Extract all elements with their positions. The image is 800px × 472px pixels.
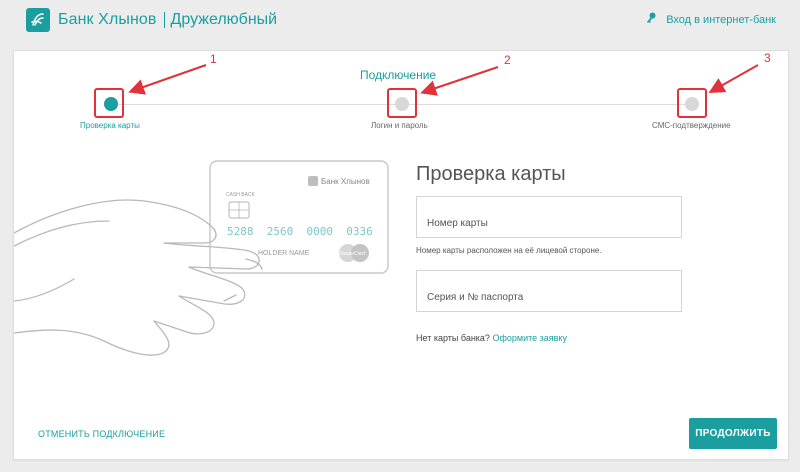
card-number-field[interactable] — [416, 196, 682, 238]
card-cashback-text: CASH BACK — [226, 192, 256, 198]
key-icon — [646, 12, 656, 27]
apply-link[interactable]: Оформите заявку — [492, 333, 566, 343]
annotation-arrows — [128, 64, 759, 96]
annotation-arrow-1 — [128, 64, 207, 95]
internet-bank-login-link[interactable]: Вход в интернет-банк — [646, 12, 776, 27]
card-logo-icon — [308, 176, 318, 186]
no-card-text: Нет карты банка? — [416, 333, 490, 343]
card-number-hint: Номер карты расположен на её лицевой сто… — [416, 246, 602, 255]
bank-name: Банк Хлынов — [58, 11, 157, 28]
annotation-arrow-3 — [708, 64, 759, 93]
connection-panel: Подключение Проверка карты Логин и парол… — [13, 50, 789, 460]
card-holder-text: HOLDER NAME — [258, 250, 310, 257]
bank-logo[interactable]: Банк Хлынов Дружелюбный — [26, 8, 277, 32]
cancel-connection-link[interactable]: ОТМЕНИТЬ ПОДКЛЮЧЕНИЕ — [38, 429, 165, 439]
continue-button[interactable]: ПРОДОЛЖИТЬ — [689, 418, 777, 449]
card-check-title: Проверка карты — [416, 163, 566, 185]
no-card-prompt: Нет карты банка? Оформите заявку — [416, 333, 567, 343]
card-number-input[interactable] — [417, 197, 681, 237]
card-brand-text: Банк Хлынов — [321, 177, 370, 186]
card-number-text: 5288 2560 0000 0336 — [227, 225, 373, 238]
internet-bank-login-label: Вход в интернет-банк — [666, 13, 776, 26]
logo-divider — [163, 12, 165, 28]
top-bar: Банк Хлынов Дружелюбный Вход в интернет-… — [0, 0, 800, 40]
bank-slogan: Дружелюбный — [170, 11, 278, 28]
hand-with-card-illustration: Банк Хлынов CASH BACK 5288 2560 0000 033… — [14, 160, 389, 356]
card-network-text: MasterCard — [339, 251, 365, 257]
annotation-arrow-2 — [420, 66, 499, 96]
bank-logo-icon — [26, 8, 50, 32]
passport-input[interactable] — [417, 271, 681, 311]
passport-field[interactable] — [416, 270, 682, 312]
